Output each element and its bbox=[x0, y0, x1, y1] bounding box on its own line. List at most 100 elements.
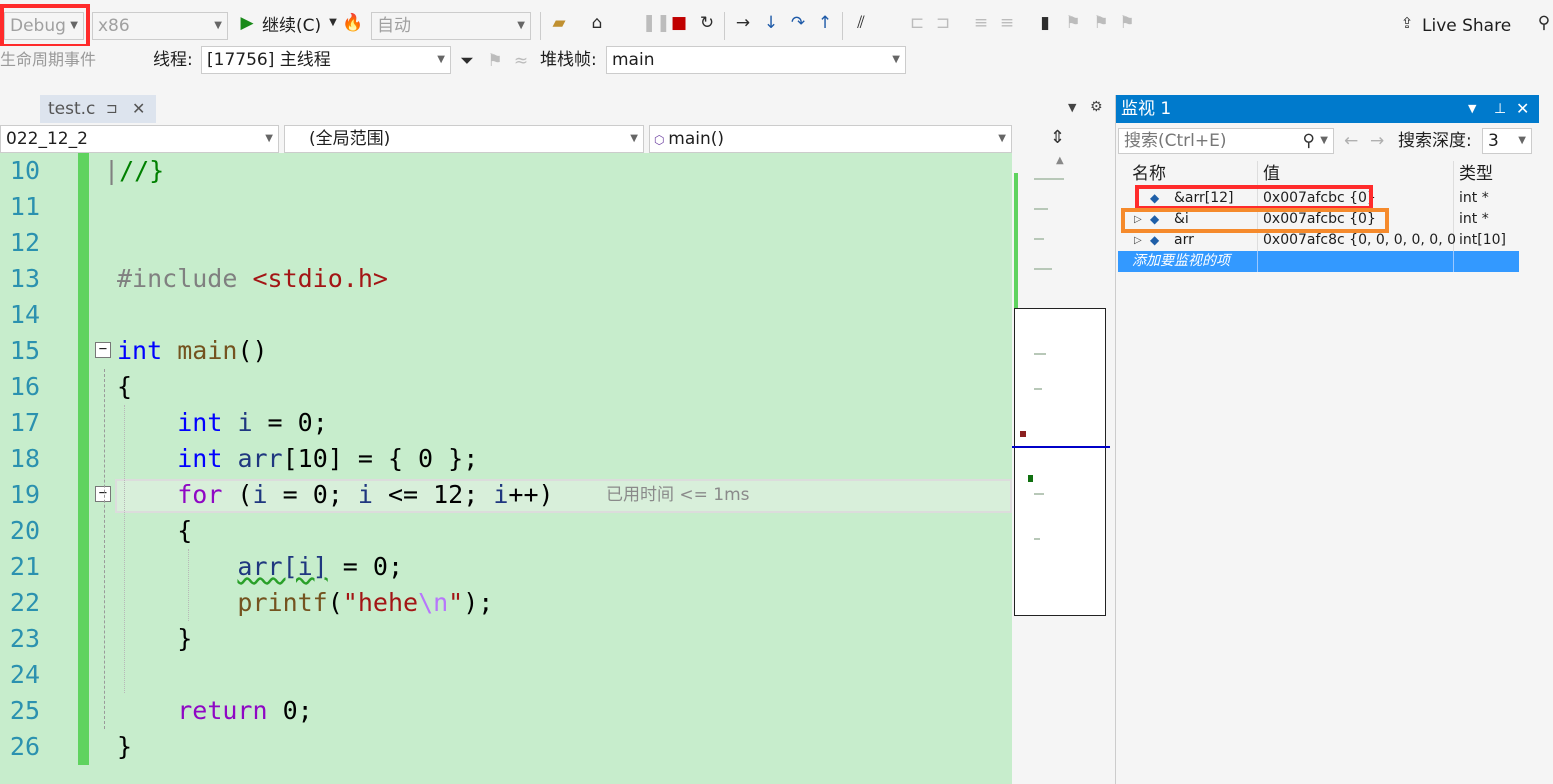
close-icon[interactable]: ✕ bbox=[132, 95, 145, 123]
live-share-button[interactable]: Live Share bbox=[1422, 12, 1511, 40]
chevron-down-icon: ▼ bbox=[1518, 135, 1526, 146]
chevron-down-icon[interactable]: ▼ bbox=[1320, 129, 1328, 153]
clear-bookmarks-icon[interactable]: ⚑ bbox=[1116, 12, 1138, 34]
minimap-line bbox=[1034, 208, 1048, 210]
line-number: 10 bbox=[9, 156, 40, 185]
main-toolbar: Debug ▼ x86 ▼ ▶ 继续(C) ▼ 🔥 自动 ▼ ▰ ⌂ ❚❚ ■ ↻ →… bbox=[0, 0, 1553, 48]
minimap-breakpoint-marker bbox=[1020, 431, 1026, 437]
search-placeholder: 搜索(Ctrl+E) bbox=[1124, 131, 1227, 151]
close-icon[interactable]: ✕ bbox=[1516, 95, 1529, 123]
column-name[interactable]: 名称 bbox=[1132, 161, 1166, 187]
scope-value: (全局范围) bbox=[309, 129, 391, 149]
indent-icon[interactable]: ≡ bbox=[996, 12, 1018, 34]
split-view-icon[interactable]: ⇕ bbox=[1050, 127, 1065, 148]
pin-icon[interactable]: ⊥ bbox=[1494, 95, 1506, 123]
stop-icon[interactable]: ■ bbox=[668, 12, 690, 34]
tab-list-icon[interactable]: ▼ bbox=[1068, 101, 1076, 114]
watch-row-type: int * bbox=[1459, 211, 1489, 227]
step-into-icon[interactable]: ↓ bbox=[760, 12, 782, 34]
line-number: 20 bbox=[9, 516, 40, 545]
outdent-icon[interactable]: ≡ bbox=[970, 12, 992, 34]
thread-select[interactable]: [17756] 主线程 ▼ bbox=[201, 46, 451, 74]
lifecycle-events-button[interactable]: 生命周期事件 bbox=[0, 46, 96, 74]
chevron-down-icon[interactable]: ▼ bbox=[322, 12, 344, 34]
chevron-down-icon: ▼ bbox=[892, 54, 900, 65]
filter-icon[interactable]: ⏷ bbox=[456, 50, 478, 72]
pin-icon[interactable]: ⊐ bbox=[106, 95, 118, 123]
watch-search-input[interactable]: 搜索(Ctrl+E) ⚲ ▼ bbox=[1118, 128, 1334, 154]
hot-reload-icon[interactable]: 🔥 bbox=[342, 12, 364, 34]
bookmark-icon[interactable]: ▮ bbox=[1034, 12, 1056, 34]
project-select[interactable]: 022_12_2 ▼ bbox=[0, 125, 279, 153]
comment-icon[interactable]: ⊏ bbox=[906, 12, 928, 34]
next-bookmark-icon[interactable]: ⚑ bbox=[1090, 12, 1112, 34]
watch-row-type: int[10] bbox=[1459, 232, 1506, 248]
hex-display-icon[interactable]: ⫽ bbox=[850, 12, 872, 34]
pause-icon gray[interactable]: ❚❚ bbox=[642, 12, 671, 34]
folder-icon[interactable]: ▰ bbox=[548, 12, 570, 34]
account-icon[interactable]: ⚲ bbox=[1533, 12, 1553, 34]
add-watch-row[interactable]: 添加要监视的项 bbox=[1118, 251, 1519, 272]
line-number: 18 bbox=[9, 444, 40, 473]
column-type[interactable]: 类型 bbox=[1459, 161, 1493, 187]
scroll-up-icon[interactable]: ▲ bbox=[1056, 155, 1064, 166]
flag-filter-icon[interactable]: ⚑ bbox=[484, 50, 506, 72]
code-minimap[interactable]: ▲ bbox=[1012, 153, 1110, 784]
minimap-viewport[interactable] bbox=[1014, 308, 1106, 616]
collapse-for-icon[interactable]: − bbox=[95, 486, 111, 502]
watch-row[interactable]: ▷ ◆ arr 0x007afc8c {0, 0, 0, 0, 0, 0, 0.… bbox=[1116, 230, 1521, 251]
minimap-line bbox=[1034, 353, 1046, 355]
minimap-line bbox=[1034, 493, 1044, 495]
debug-highlight-box bbox=[0, 4, 90, 48]
prev-bookmark-icon[interactable]: ⚑ bbox=[1062, 12, 1084, 34]
depth-select[interactable]: 3 ▼ bbox=[1482, 128, 1532, 154]
home-icon[interactable]: ⌂ bbox=[586, 12, 608, 34]
show-next-statement-icon[interactable]: → bbox=[732, 12, 754, 34]
step-over-icon[interactable]: ↷ bbox=[787, 12, 809, 34]
function-value: main() bbox=[668, 129, 725, 149]
line-number: 26 bbox=[9, 732, 40, 761]
line-number: 12 bbox=[9, 228, 40, 257]
step-out-icon[interactable]: ↑ bbox=[814, 12, 836, 34]
perf-tip[interactable]: 已用时间 <= 1ms bbox=[606, 477, 750, 513]
watch-row-name: arr bbox=[1174, 232, 1194, 248]
restart-icon[interactable]: ↻ bbox=[696, 12, 718, 34]
code-line-10: |//} bbox=[104, 156, 165, 185]
uncomment-icon[interactable]: ⊐ bbox=[932, 12, 954, 34]
search-icon[interactable]: ⚲ bbox=[1303, 129, 1315, 153]
scope-select[interactable]: (全局范围) ▼ bbox=[284, 125, 644, 153]
tab-test-c[interactable]: test.c ⊐ ✕ bbox=[40, 95, 156, 123]
platform-select[interactable]: x86 ▼ bbox=[92, 12, 228, 40]
expand-icon[interactable]: ▷ bbox=[1134, 230, 1142, 251]
separator bbox=[842, 12, 843, 40]
collapse-main-icon[interactable]: − bbox=[95, 342, 111, 358]
window-menu-icon[interactable]: ▼ bbox=[1468, 95, 1476, 123]
line-number: 19 bbox=[9, 480, 40, 509]
watch-titlebar: 监视 1 ▼ ⊥ ✕ bbox=[1116, 95, 1539, 123]
add-watch-label: 添加要监视的项 bbox=[1132, 253, 1230, 269]
chevron-down-icon: ▼ bbox=[517, 20, 525, 31]
continue-button[interactable]: 继续(C) bbox=[262, 12, 321, 40]
code-editor[interactable]: 10 11 12 13 14 15 16 17 18 19 20 21 22 23 24 25 26 − − |… bbox=[0, 153, 1012, 784]
chevron-down-icon: ▼ bbox=[265, 133, 273, 144]
variable-cube-icon: ◆ bbox=[1150, 233, 1160, 247]
column-divider bbox=[1257, 251, 1258, 272]
arr12-highlight-box bbox=[1135, 185, 1373, 210]
line-number: 16 bbox=[9, 372, 40, 401]
gear-icon[interactable]: ⚙ bbox=[1090, 99, 1103, 115]
search-next-icon[interactable]: → bbox=[1370, 131, 1384, 151]
column-value[interactable]: 值 bbox=[1263, 161, 1280, 187]
search-prev-icon[interactable]: ← bbox=[1344, 131, 1358, 151]
watch-row-type: int * bbox=[1459, 190, 1489, 206]
thread-toggle-icon[interactable]: ≈ bbox=[510, 50, 532, 72]
continue-play-icon[interactable]: ▶ bbox=[236, 12, 258, 34]
auto-select[interactable]: 自动 ▼ bbox=[371, 12, 531, 40]
minimap-line bbox=[1034, 178, 1064, 180]
depth-label: 搜索深度: bbox=[1398, 131, 1472, 151]
chevron-down-icon: ▼ bbox=[214, 20, 222, 31]
function-select[interactable]: ⬡ main() ▼ bbox=[649, 125, 1012, 153]
share-icon[interactable]: ⇪ bbox=[1396, 12, 1418, 34]
line-number: 11 bbox=[9, 192, 40, 221]
i-highlight-box bbox=[1121, 208, 1389, 233]
stackframe-select[interactable]: main ▼ bbox=[606, 46, 906, 74]
